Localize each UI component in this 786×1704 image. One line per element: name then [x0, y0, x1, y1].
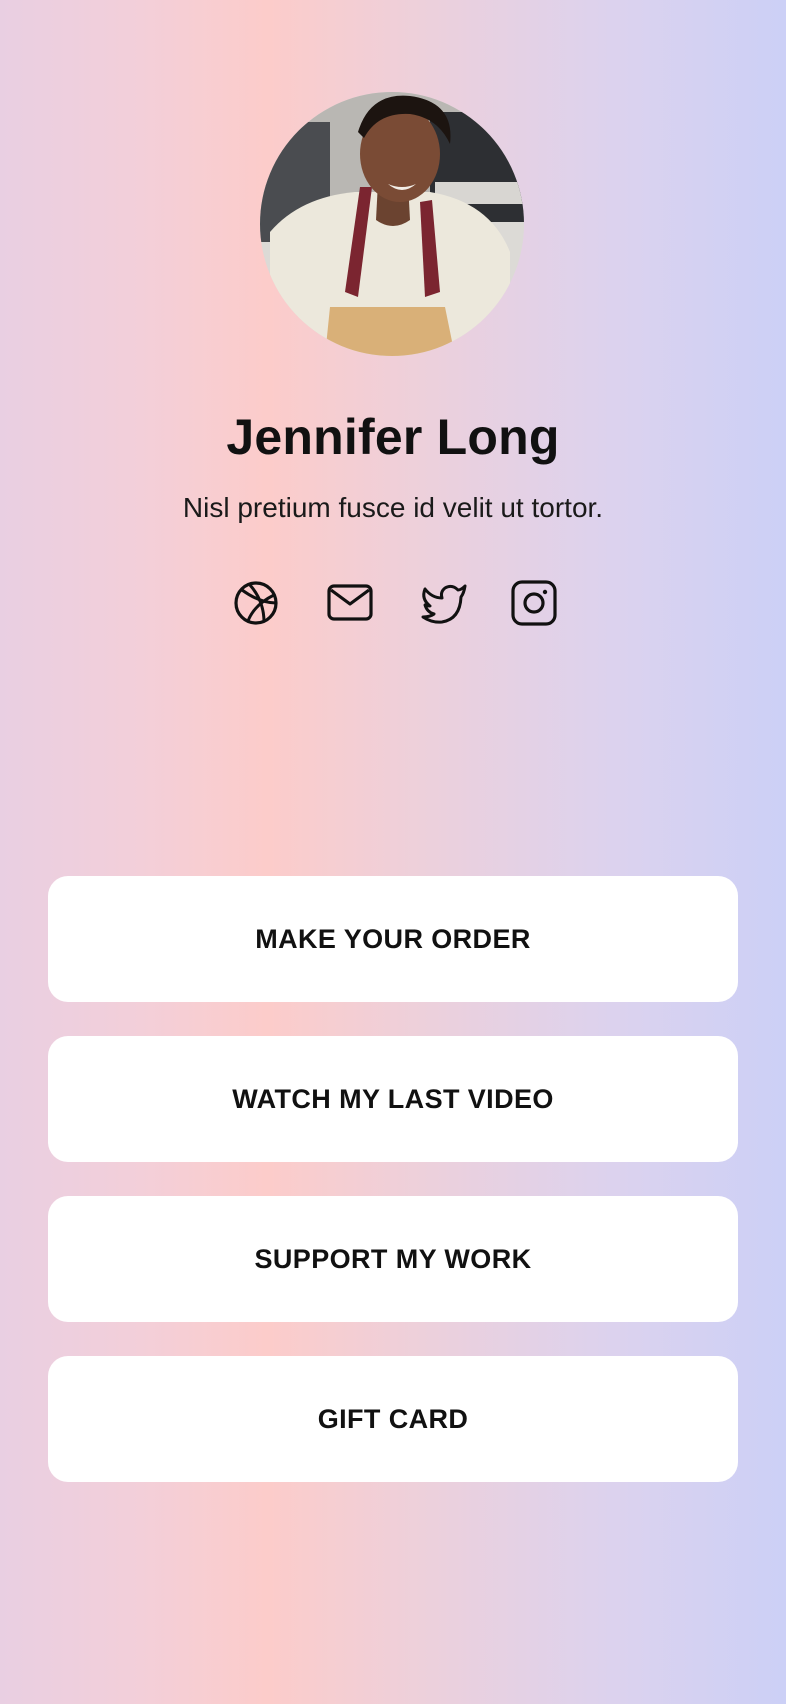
- twitter-link[interactable]: [418, 577, 470, 629]
- twitter-icon: [421, 584, 467, 624]
- instagram-icon: [511, 580, 557, 626]
- mail-icon: [327, 584, 373, 621]
- avatar-photo: [260, 92, 524, 356]
- gift-card-label: GIFT CARD: [317, 1403, 469, 1434]
- make-order-button[interactable]: MAKE YOUR ORDER: [48, 876, 738, 1002]
- make-order-label: MAKE YOUR ORDER: [255, 923, 531, 954]
- watch-video-button[interactable]: WATCH MY LAST VIDEO: [48, 1036, 738, 1162]
- instagram-link[interactable]: [508, 577, 560, 629]
- profile-name: Jennifer Long: [226, 409, 560, 465]
- social-links: [0, 577, 786, 629]
- support-work-button[interactable]: SUPPORT MY WORK: [48, 1196, 738, 1322]
- mail-link[interactable]: [324, 577, 376, 629]
- gift-card-button[interactable]: GIFT CARD: [48, 1356, 738, 1482]
- profile-avatar: [260, 92, 524, 356]
- profile-bio: Nisl pretium fusce id velit ut tortor.: [182, 492, 604, 523]
- dribbble-icon: [234, 581, 278, 625]
- link-list: MAKE YOUR ORDER WATCH MY LAST VIDEO SUPP…: [48, 876, 738, 1516]
- dribbble-link[interactable]: [230, 577, 282, 629]
- watch-video-label: WATCH MY LAST VIDEO: [232, 1083, 554, 1114]
- support-work-label: SUPPORT MY WORK: [254, 1243, 532, 1274]
